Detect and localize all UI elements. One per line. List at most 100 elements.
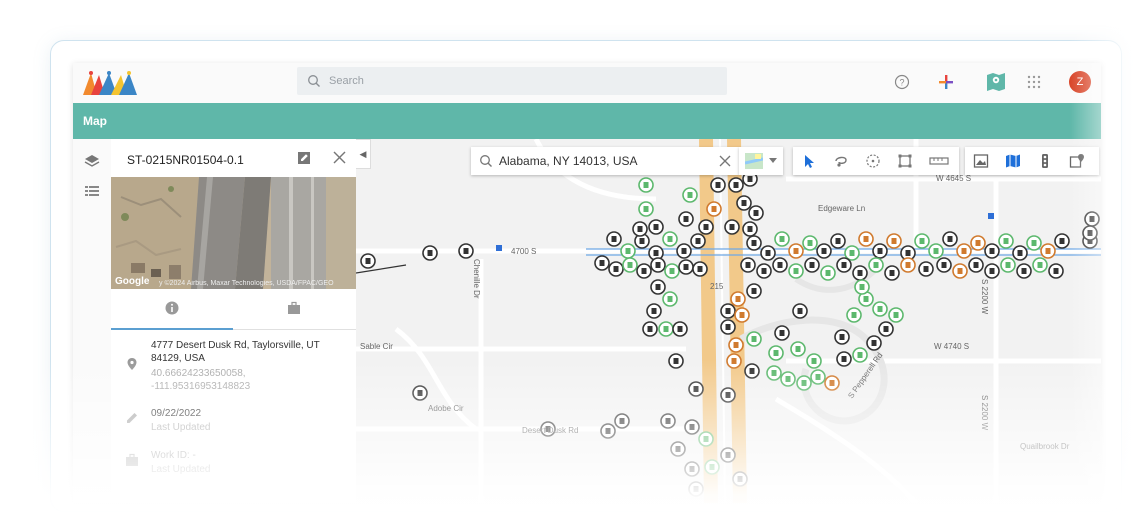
add-icon[interactable]	[935, 71, 957, 93]
asset-marker-glyph	[673, 358, 679, 364]
asset-marker-glyph	[619, 418, 625, 424]
asset-marker-glyph	[669, 268, 675, 274]
asset-marker-glyph	[851, 312, 857, 318]
asset-marker-glyph	[863, 296, 869, 302]
lasso-icon[interactable]	[833, 153, 849, 169]
asset-marker-glyph	[365, 258, 371, 264]
asset-marker-glyph	[647, 326, 653, 332]
asset-marker-glyph	[739, 312, 745, 318]
asset-marker-glyph	[683, 216, 689, 222]
list-icon[interactable]	[84, 183, 100, 199]
layers-icon[interactable]	[84, 153, 100, 169]
asset-marker-glyph	[905, 262, 911, 268]
close-icon[interactable]	[333, 151, 346, 164]
asset-marker-glyph	[877, 306, 883, 312]
asset-marker-glyph	[1003, 238, 1009, 244]
tab-work[interactable]	[287, 301, 301, 315]
asset-marker-glyph	[725, 392, 731, 398]
clear-search-icon[interactable]	[719, 155, 731, 167]
asset-marker-glyph	[735, 296, 741, 302]
asset-marker-glyph	[761, 268, 767, 274]
asset-marker-glyph	[637, 226, 643, 232]
street-label: Edgeware Ln	[818, 204, 865, 213]
asset-marker-glyph	[627, 262, 633, 268]
asset-marker-glyph	[841, 262, 847, 268]
asset-marker-glyph	[675, 446, 681, 452]
map-app-icon[interactable]	[985, 71, 1007, 93]
chevron-down-icon	[769, 158, 777, 163]
asset-marker-glyph	[751, 288, 757, 294]
asset-marker-glyph	[1021, 268, 1027, 274]
location-pin-icon	[127, 358, 137, 370]
search-icon	[480, 155, 492, 167]
asset-marker-glyph	[655, 284, 661, 290]
asset-marker-glyph	[975, 240, 981, 246]
asset-marker-glyph	[693, 486, 699, 492]
asset-marker-glyph	[611, 236, 617, 242]
asset-marker-glyph	[725, 308, 731, 314]
location-layer-icon[interactable]	[1069, 153, 1085, 169]
asset-marker-glyph	[715, 182, 721, 188]
asset-marker-glyph	[693, 386, 699, 392]
edit-icon[interactable]	[297, 151, 311, 165]
briefcase-icon	[126, 453, 138, 466]
asset-marker-glyph	[849, 250, 855, 256]
app-logo[interactable]	[81, 69, 141, 97]
asset-marker-glyph	[747, 176, 753, 182]
asset-marker-glyph	[427, 250, 433, 256]
measure-ruler-icon[interactable]	[929, 153, 949, 169]
left-rail	[73, 139, 112, 503]
asset-marker-glyph	[725, 452, 731, 458]
map-layer-icon[interactable]	[1005, 153, 1021, 169]
asset-marker-glyph	[835, 238, 841, 244]
pointer-icon[interactable]	[801, 153, 817, 169]
asset-marker-glyph	[1017, 250, 1023, 256]
top-bar: Search ? Z	[73, 63, 1101, 103]
rectangle-select-icon[interactable]	[897, 153, 913, 169]
asset-marker-glyph	[703, 224, 709, 230]
basemap-selector[interactable]	[739, 147, 783, 175]
street-label: Sable Cir	[360, 342, 393, 351]
bus-stop-marker[interactable]	[988, 213, 994, 219]
asset-marker-glyph	[655, 262, 661, 268]
asset-marker-glyph	[733, 342, 739, 348]
asset-marker-glyph	[961, 248, 967, 254]
tab-info[interactable]	[165, 301, 179, 315]
photo-attribution: Google	[115, 276, 150, 287]
collapse-panel-button[interactable]: ◀	[356, 139, 371, 169]
image-layer-icon[interactable]	[973, 153, 989, 169]
asset-marker-glyph	[877, 248, 883, 254]
map-svg: 4700 S Edgeware Ln W 4645 S Sable Cir W …	[356, 139, 1101, 503]
user-avatar[interactable]: Z	[1069, 71, 1091, 93]
asset-marker-glyph	[753, 210, 759, 216]
asset-marker-glyph	[681, 248, 687, 254]
asset-marker-glyph	[737, 476, 743, 482]
asset-marker-glyph	[839, 334, 845, 340]
radius-select-icon[interactable]	[865, 153, 881, 169]
asset-marker-glyph	[695, 238, 701, 244]
satellite-photo: Google y ©2024 Airbus, Maxar Technologie…	[111, 177, 356, 289]
asset-marker-glyph	[923, 266, 929, 272]
asset-marker-glyph	[643, 182, 649, 188]
asset-marker-glyph	[795, 346, 801, 352]
asset-marker-glyph	[1053, 268, 1059, 274]
asset-marker-glyph	[729, 224, 735, 230]
selection-toolbar	[793, 147, 959, 175]
global-search[interactable]: Search	[297, 67, 727, 95]
asset-marker-glyph	[711, 206, 717, 212]
photo-credit: y ©2024 Airbus, Maxar Technologies, USDA…	[159, 280, 334, 287]
help-icon[interactable]: ?	[891, 71, 913, 93]
bus-stop-marker[interactable]	[496, 245, 502, 251]
asset-marker-glyph	[677, 326, 683, 332]
apps-grid-icon[interactable]	[1023, 71, 1045, 93]
latitude-text: 40.66624233650058,	[151, 368, 246, 379]
svg-text:?: ?	[899, 78, 904, 88]
map-search-box[interactable]: Alabama, NY 14013, USA	[471, 147, 739, 175]
asset-marker-glyph	[683, 264, 689, 270]
traffic-light-icon[interactable]	[1037, 153, 1053, 169]
asset-marker-glyph	[641, 268, 647, 274]
asset-marker-glyph	[1037, 262, 1043, 268]
map-canvas[interactable]: 4700 S Edgeware Ln W 4645 S Sable Cir W …	[356, 139, 1101, 503]
asset-marker-glyph	[891, 238, 897, 244]
feature-id-title: ST-0215NR01504-0.1	[127, 153, 244, 167]
